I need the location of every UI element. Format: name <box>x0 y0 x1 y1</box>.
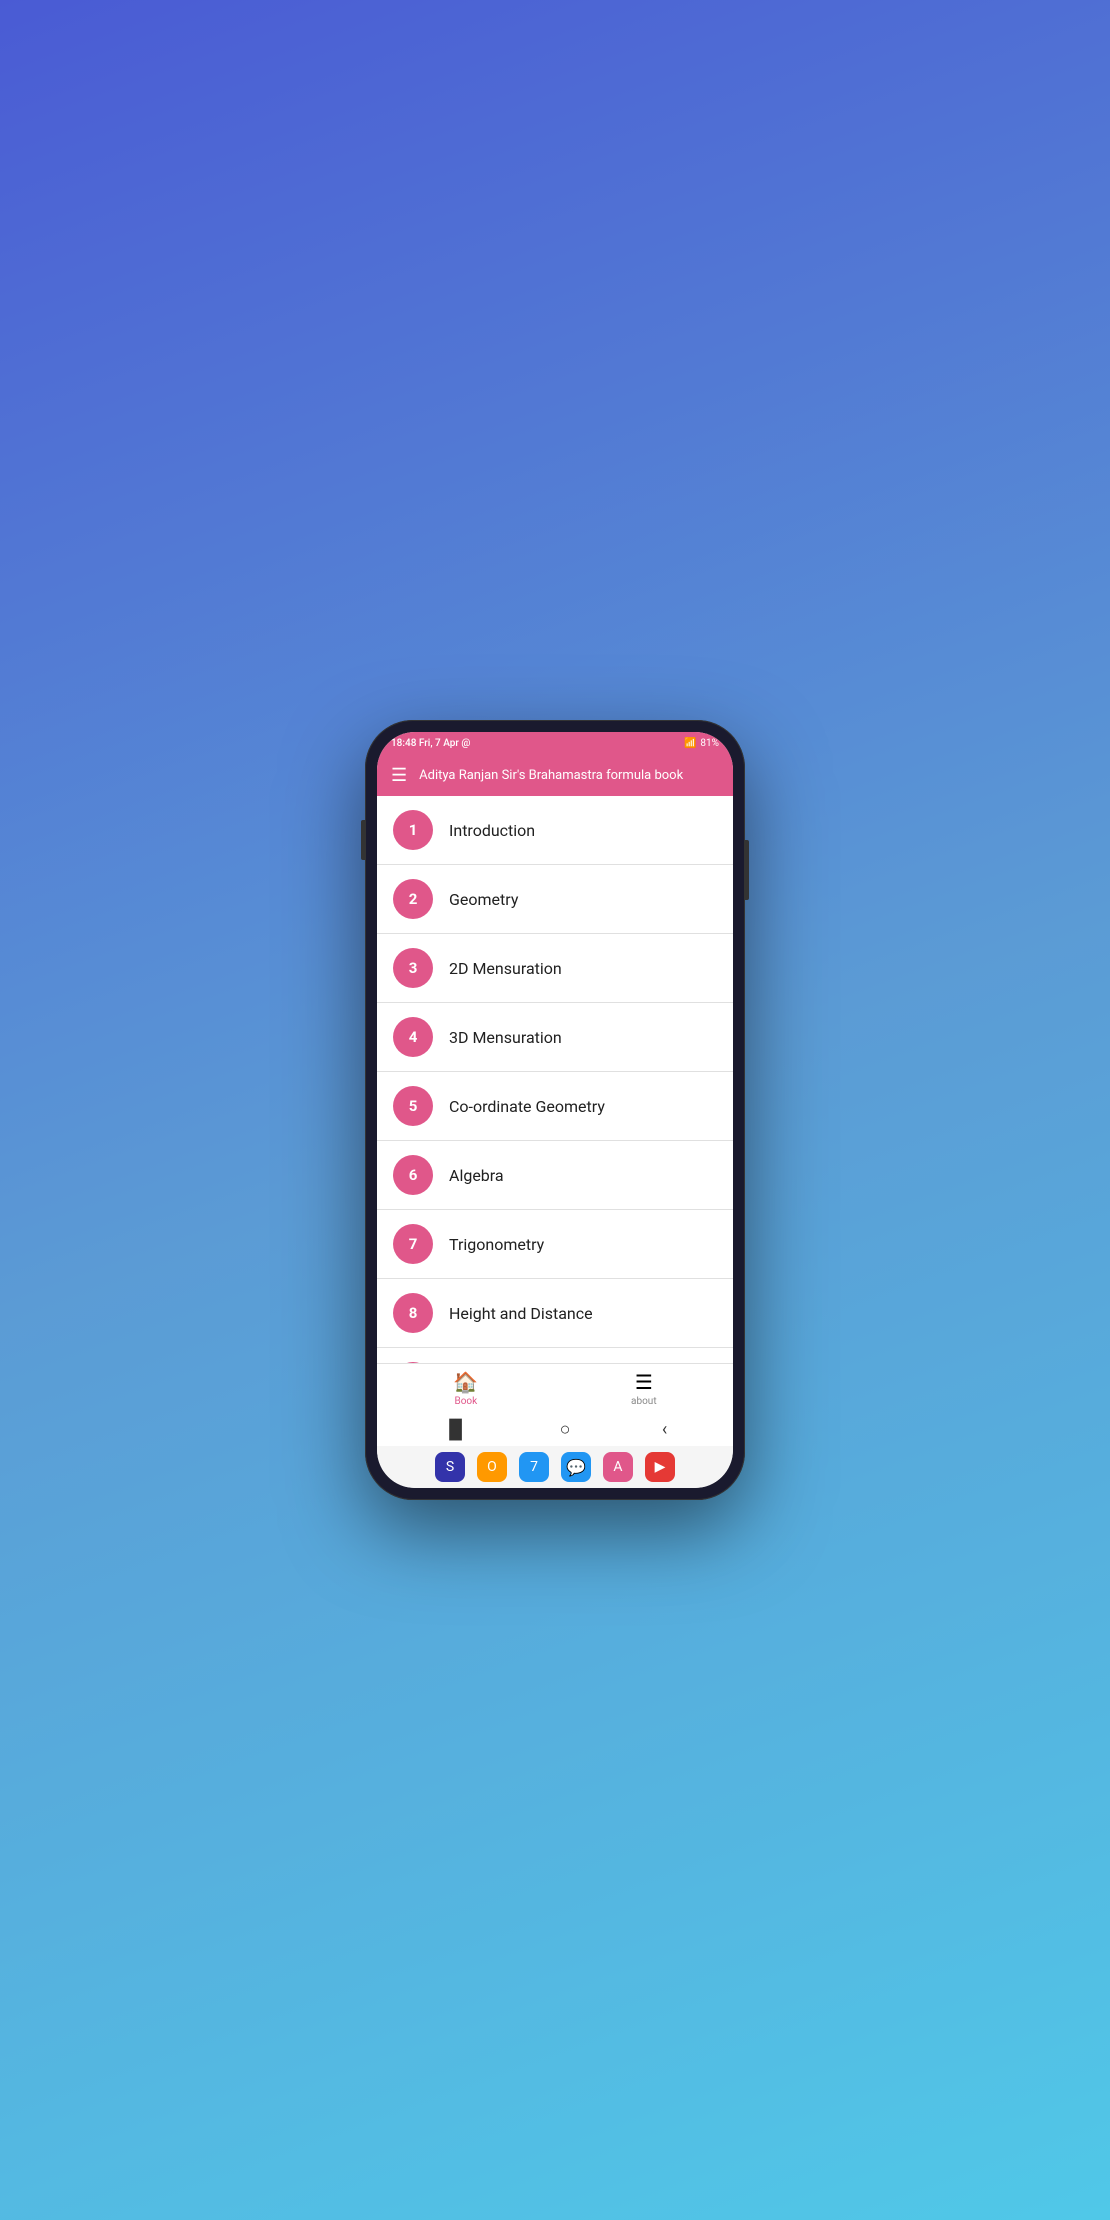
dock-icon-1: S <box>446 1459 454 1475</box>
chapter-number-badge: 2 <box>393 879 433 919</box>
chapter-list: 1 Introduction 2 Geometry 3 2D Mensuration 4 3D… <box>377 796 733 1363</box>
book-icon: 🏠 <box>453 1370 478 1394</box>
dock-icon-4: 💬 <box>566 1458 586 1477</box>
dock-icon-6: ▶ <box>655 1459 666 1475</box>
book-label: Book <box>454 1396 477 1407</box>
chapter-number-badge: 4 <box>393 1017 433 1057</box>
bottom-nav: 🏠 Book ☰ about <box>377 1363 733 1413</box>
list-item[interactable]: 4 3D Mensuration <box>377 1003 733 1072</box>
status-icons: 📶 81% <box>684 738 719 749</box>
about-label: about <box>631 1396 657 1407</box>
chapter-label: 2D Mensuration <box>449 959 562 978</box>
list-item[interactable]: 6 Algebra <box>377 1141 733 1210</box>
app-bar: ☰ Aditya Ranjan Sir's Brahamastra formul… <box>377 755 733 796</box>
dock-app-4[interactable]: 💬 <box>561 1452 591 1482</box>
battery-icon: 81% <box>700 738 719 749</box>
chapter-number-badge: 5 <box>393 1086 433 1126</box>
list-item[interactable]: 2 Geometry <box>377 865 733 934</box>
phone-device: 18:48 Fri, 7 Apr @ 📶 81% ☰ Aditya Ranjan… <box>365 720 745 1500</box>
dock-app-1[interactable]: S <box>435 1452 465 1482</box>
about-icon: ☰ <box>635 1370 653 1394</box>
home-button[interactable]: ○ <box>560 1419 571 1440</box>
wifi-icon: 📶 <box>684 738 696 749</box>
dock-icon-5: A <box>613 1459 622 1475</box>
chapter-label: Co-ordinate Geometry <box>449 1097 605 1116</box>
dock-app-2[interactable]: O <box>477 1452 507 1482</box>
bottom-dock: S O 7 💬 A ▶ <box>377 1446 733 1488</box>
list-item[interactable]: 1 Introduction <box>377 796 733 865</box>
chapter-label: Geometry <box>449 890 518 909</box>
list-item[interactable]: 9Number System <box>377 1348 733 1363</box>
chapter-label: Introduction <box>449 821 535 840</box>
back-button[interactable]: ‹ <box>662 1419 667 1440</box>
dock-icon-3: 7 <box>530 1459 538 1475</box>
chapter-number-badge: 7 <box>393 1224 433 1264</box>
chapter-number-badge: 1 <box>393 810 433 850</box>
list-item[interactable]: 7 Trigonometry <box>377 1210 733 1279</box>
app-bar-title: Aditya Ranjan Sir's Brahamastra formula … <box>419 768 683 783</box>
nav-about[interactable]: ☰ about <box>631 1370 657 1407</box>
dock-app-5[interactable]: A <box>603 1452 633 1482</box>
chapter-label: Algebra <box>449 1166 504 1185</box>
list-item[interactable]: 8 Height and Distance <box>377 1279 733 1348</box>
list-item[interactable]: 3 2D Mensuration <box>377 934 733 1003</box>
chapter-number-badge: 3 <box>393 948 433 988</box>
status-time-date: 18:48 Fri, 7 Apr @ <box>391 738 470 749</box>
chapter-label: Height and Distance <box>449 1304 593 1323</box>
chapter-label: Trigonometry <box>449 1235 544 1254</box>
chapter-number-badge: 8 <box>393 1293 433 1333</box>
chapter-number-badge: 6 <box>393 1155 433 1195</box>
list-item[interactable]: 5 Co-ordinate Geometry <box>377 1072 733 1141</box>
android-nav: ▐▌ ○ ‹ <box>377 1413 733 1446</box>
dock-app-6[interactable]: ▶ <box>645 1452 675 1482</box>
menu-icon[interactable]: ☰ <box>391 765 407 786</box>
dock-app-3[interactable]: 7 <box>519 1452 549 1482</box>
status-bar: 18:48 Fri, 7 Apr @ 📶 81% <box>377 732 733 755</box>
nav-book[interactable]: 🏠 Book <box>453 1370 478 1407</box>
phone-screen: 18:48 Fri, 7 Apr @ 📶 81% ☰ Aditya Ranjan… <box>377 732 733 1488</box>
chapter-label: 3D Mensuration <box>449 1028 562 1047</box>
recents-button[interactable]: ▐▌ <box>443 1419 469 1440</box>
dock-icon-2: O <box>487 1459 497 1475</box>
